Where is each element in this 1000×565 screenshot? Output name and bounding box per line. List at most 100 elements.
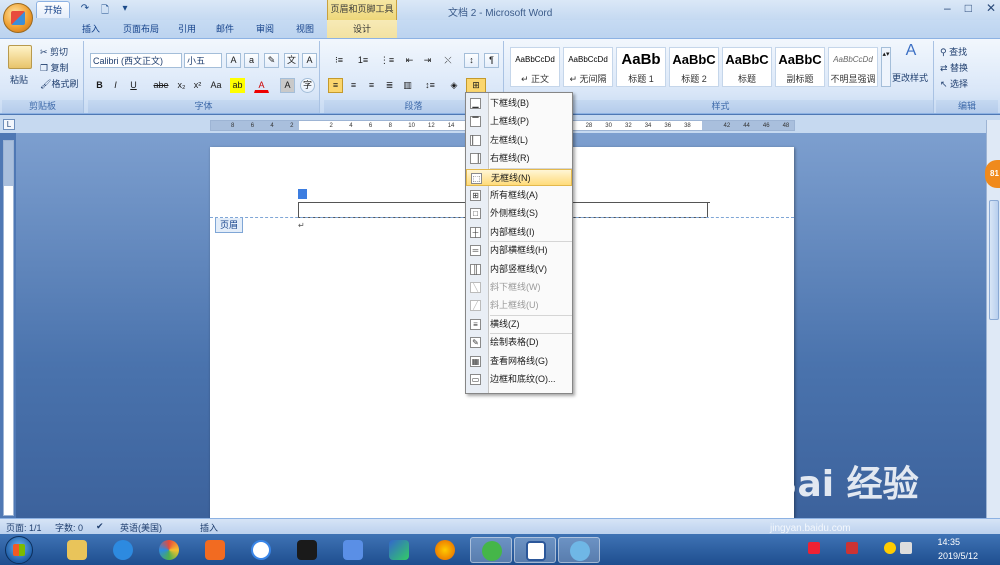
superscript-icon[interactable]: x² bbox=[190, 78, 205, 93]
floating-badge[interactable]: 81 bbox=[985, 160, 1000, 188]
menu-item-no-border[interactable]: ⬚ 无框线(N) bbox=[466, 168, 572, 186]
paste-icon[interactable] bbox=[8, 45, 32, 69]
shading-icon[interactable]: ◈ bbox=[444, 78, 464, 93]
player-taskbar-icon[interactable] bbox=[378, 537, 420, 563]
menu-item-top-border[interactable]: ▔ 上框线(P) bbox=[466, 113, 572, 130]
clock-time[interactable]: 14:35 bbox=[937, 537, 960, 547]
explorer-taskbar-icon[interactable] bbox=[56, 537, 98, 563]
office-button[interactable] bbox=[3, 3, 33, 33]
menu-item-draw-table[interactable]: ✎ 绘制表格(D) bbox=[466, 334, 572, 351]
highlight-icon[interactable]: ab bbox=[230, 78, 245, 93]
grow-font-icon[interactable]: A bbox=[226, 53, 241, 68]
tab-selector[interactable]: L bbox=[3, 119, 15, 130]
sound-tray-icon[interactable] bbox=[900, 542, 912, 554]
page-count[interactable]: 页面: 1/1 bbox=[6, 521, 42, 534]
subscript-icon[interactable]: x₂ bbox=[174, 78, 189, 93]
style-title[interactable]: AaBbC 标题 bbox=[722, 47, 772, 87]
tab-review[interactable]: 审阅 bbox=[250, 21, 280, 38]
style-normal[interactable]: AaBbCcDd ↵ 正文 bbox=[510, 47, 560, 87]
ie-taskbar-icon[interactable] bbox=[102, 537, 144, 563]
word-taskbar-icon[interactable] bbox=[514, 537, 556, 563]
close-button[interactable]: ✕ bbox=[986, 1, 996, 15]
proofing-icon[interactable]: ✔ bbox=[96, 521, 104, 532]
font-name-select[interactable]: Calibri (西文正文) bbox=[90, 53, 182, 68]
font-size-select[interactable]: 小五 bbox=[184, 53, 222, 68]
align-center-icon[interactable]: ≡ bbox=[346, 78, 361, 93]
cloud-taskbar-icon[interactable] bbox=[240, 537, 282, 563]
align-right-icon[interactable]: ≡ bbox=[364, 78, 379, 93]
menu-item-borders-shading[interactable]: ▭ 边框和底纹(O)... bbox=[466, 371, 572, 388]
cut-button[interactable]: ✂ 剪切 bbox=[40, 45, 68, 60]
menu-item-all-borders[interactable]: ⊞ 所有框线(A) bbox=[466, 187, 572, 204]
tab-view[interactable]: 视图 bbox=[290, 21, 320, 38]
maximize-button[interactable]: □ bbox=[965, 1, 972, 15]
increase-indent-icon[interactable]: ⇥ bbox=[420, 53, 435, 68]
numbering-icon[interactable]: 1≡ bbox=[352, 53, 374, 68]
tab-mailings[interactable]: 邮件 bbox=[210, 21, 240, 38]
clock-date[interactable]: 2019/5/12 bbox=[938, 551, 978, 561]
find-button[interactable]: ⚲ 查找 bbox=[940, 45, 967, 60]
clear-format-icon[interactable]: ✎ bbox=[264, 53, 279, 68]
styles-scroll-icon[interactable]: ▴▾ bbox=[881, 47, 891, 87]
chinese-layout-icon[interactable]: ⤬ bbox=[438, 53, 458, 68]
tab-insert[interactable]: 插入 bbox=[76, 21, 106, 38]
style-heading-1[interactable]: AaBb 标题 1 bbox=[616, 47, 666, 87]
menu-item-outside-borders[interactable]: □ 外侧框线(S) bbox=[466, 205, 572, 222]
network-tray-icon[interactable] bbox=[846, 542, 858, 554]
insert-mode[interactable]: 插入 bbox=[200, 521, 218, 534]
borders-button-icon[interactable]: ⊞ bbox=[466, 78, 486, 93]
paste-label[interactable]: 粘贴 bbox=[10, 73, 28, 88]
media-player-taskbar-icon[interactable] bbox=[194, 537, 236, 563]
font-color-icon[interactable]: A bbox=[254, 78, 269, 93]
vertical-ruler[interactable] bbox=[3, 140, 14, 516]
style-subtle-emphasis[interactable]: AaBbCcDd 不明显强调 bbox=[828, 47, 878, 87]
qat-dropdown-icon[interactable]: ▾ bbox=[118, 3, 132, 20]
char-border-icon[interactable]: A bbox=[302, 53, 317, 68]
justify-icon[interactable]: ≣ bbox=[382, 78, 397, 93]
bullets-icon[interactable]: ⁝≡ bbox=[328, 53, 350, 68]
tab-references[interactable]: 引用 bbox=[172, 21, 202, 38]
italic-icon[interactable]: I bbox=[108, 78, 123, 93]
menu-item-horizontal-line[interactable]: ≡ 横线(Z) bbox=[466, 316, 572, 333]
multilevel-list-icon[interactable]: ⋮≡ bbox=[376, 53, 398, 68]
word-count[interactable]: 字数: 0 bbox=[55, 521, 83, 534]
decrease-indent-icon[interactable]: ⇤ bbox=[402, 53, 417, 68]
bold-icon[interactable]: B bbox=[92, 78, 107, 93]
char-shading-icon[interactable]: A bbox=[280, 78, 295, 93]
line-spacing-icon[interactable]: ↕≡ bbox=[420, 78, 440, 93]
feishu-taskbar-icon[interactable] bbox=[332, 537, 374, 563]
shrink-font-icon[interactable]: a bbox=[244, 53, 259, 68]
green-app-taskbar-icon[interactable] bbox=[470, 537, 512, 563]
change-styles-icon[interactable]: A bbox=[901, 43, 921, 63]
menu-item-left-border[interactable]: ▏ 左框线(L) bbox=[466, 132, 572, 149]
align-left-icon[interactable]: ≡ bbox=[328, 78, 343, 93]
language-status[interactable]: 英语(美国) bbox=[120, 521, 162, 534]
menu-item-right-border[interactable]: ▕ 右框线(R) bbox=[466, 150, 572, 167]
firefox-taskbar-icon[interactable] bbox=[424, 537, 466, 563]
menu-item-inside-borders[interactable]: ┼ 内部框线(I) bbox=[466, 224, 572, 241]
change-styles-label[interactable]: 更改样式 bbox=[892, 71, 928, 86]
ev-taskbar-icon[interactable] bbox=[286, 537, 328, 563]
phonetic-guide-icon[interactable]: 文 bbox=[284, 53, 299, 68]
style-no-spacing[interactable]: AaBbCcDd ↵ 无间隔 bbox=[563, 47, 613, 87]
redo-icon[interactable]: ↷ bbox=[78, 3, 92, 20]
copy-button[interactable]: ❐ 复制 bbox=[40, 61, 69, 76]
remote-assist-taskbar-icon[interactable] bbox=[558, 537, 600, 563]
scrollbar-thumb[interactable] bbox=[989, 200, 999, 320]
sort-icon[interactable]: ↕ bbox=[464, 53, 479, 68]
menu-item-bottom-border[interactable]: ▁ 下框线(B) bbox=[466, 95, 572, 112]
replace-button[interactable]: ⇄ 替换 bbox=[940, 61, 968, 76]
browser-taskbar-icon[interactable] bbox=[148, 537, 190, 563]
ime-tray-icon[interactable] bbox=[884, 542, 896, 554]
menu-item-view-gridlines[interactable]: ▦ 查看网格线(G) bbox=[466, 353, 572, 370]
menu-item-inside-vertical-border[interactable]: ║ 内部竖框线(V) bbox=[466, 261, 572, 278]
menu-item-inside-horizontal-border[interactable]: ═ 内部横框线(H) bbox=[466, 242, 572, 259]
show-marks-icon[interactable]: ¶ bbox=[484, 53, 499, 68]
strikethrough-icon[interactable]: abe bbox=[150, 78, 172, 93]
tab-home[interactable]: 开始 bbox=[36, 1, 70, 18]
enclose-char-icon[interactable]: 字 bbox=[300, 78, 315, 93]
distributed-icon[interactable]: ▥ bbox=[400, 78, 415, 93]
start-button[interactable] bbox=[5, 536, 33, 564]
format-painter-button[interactable]: 🖌格式刷 bbox=[40, 77, 78, 92]
tab-design[interactable]: 设计 bbox=[345, 21, 379, 38]
